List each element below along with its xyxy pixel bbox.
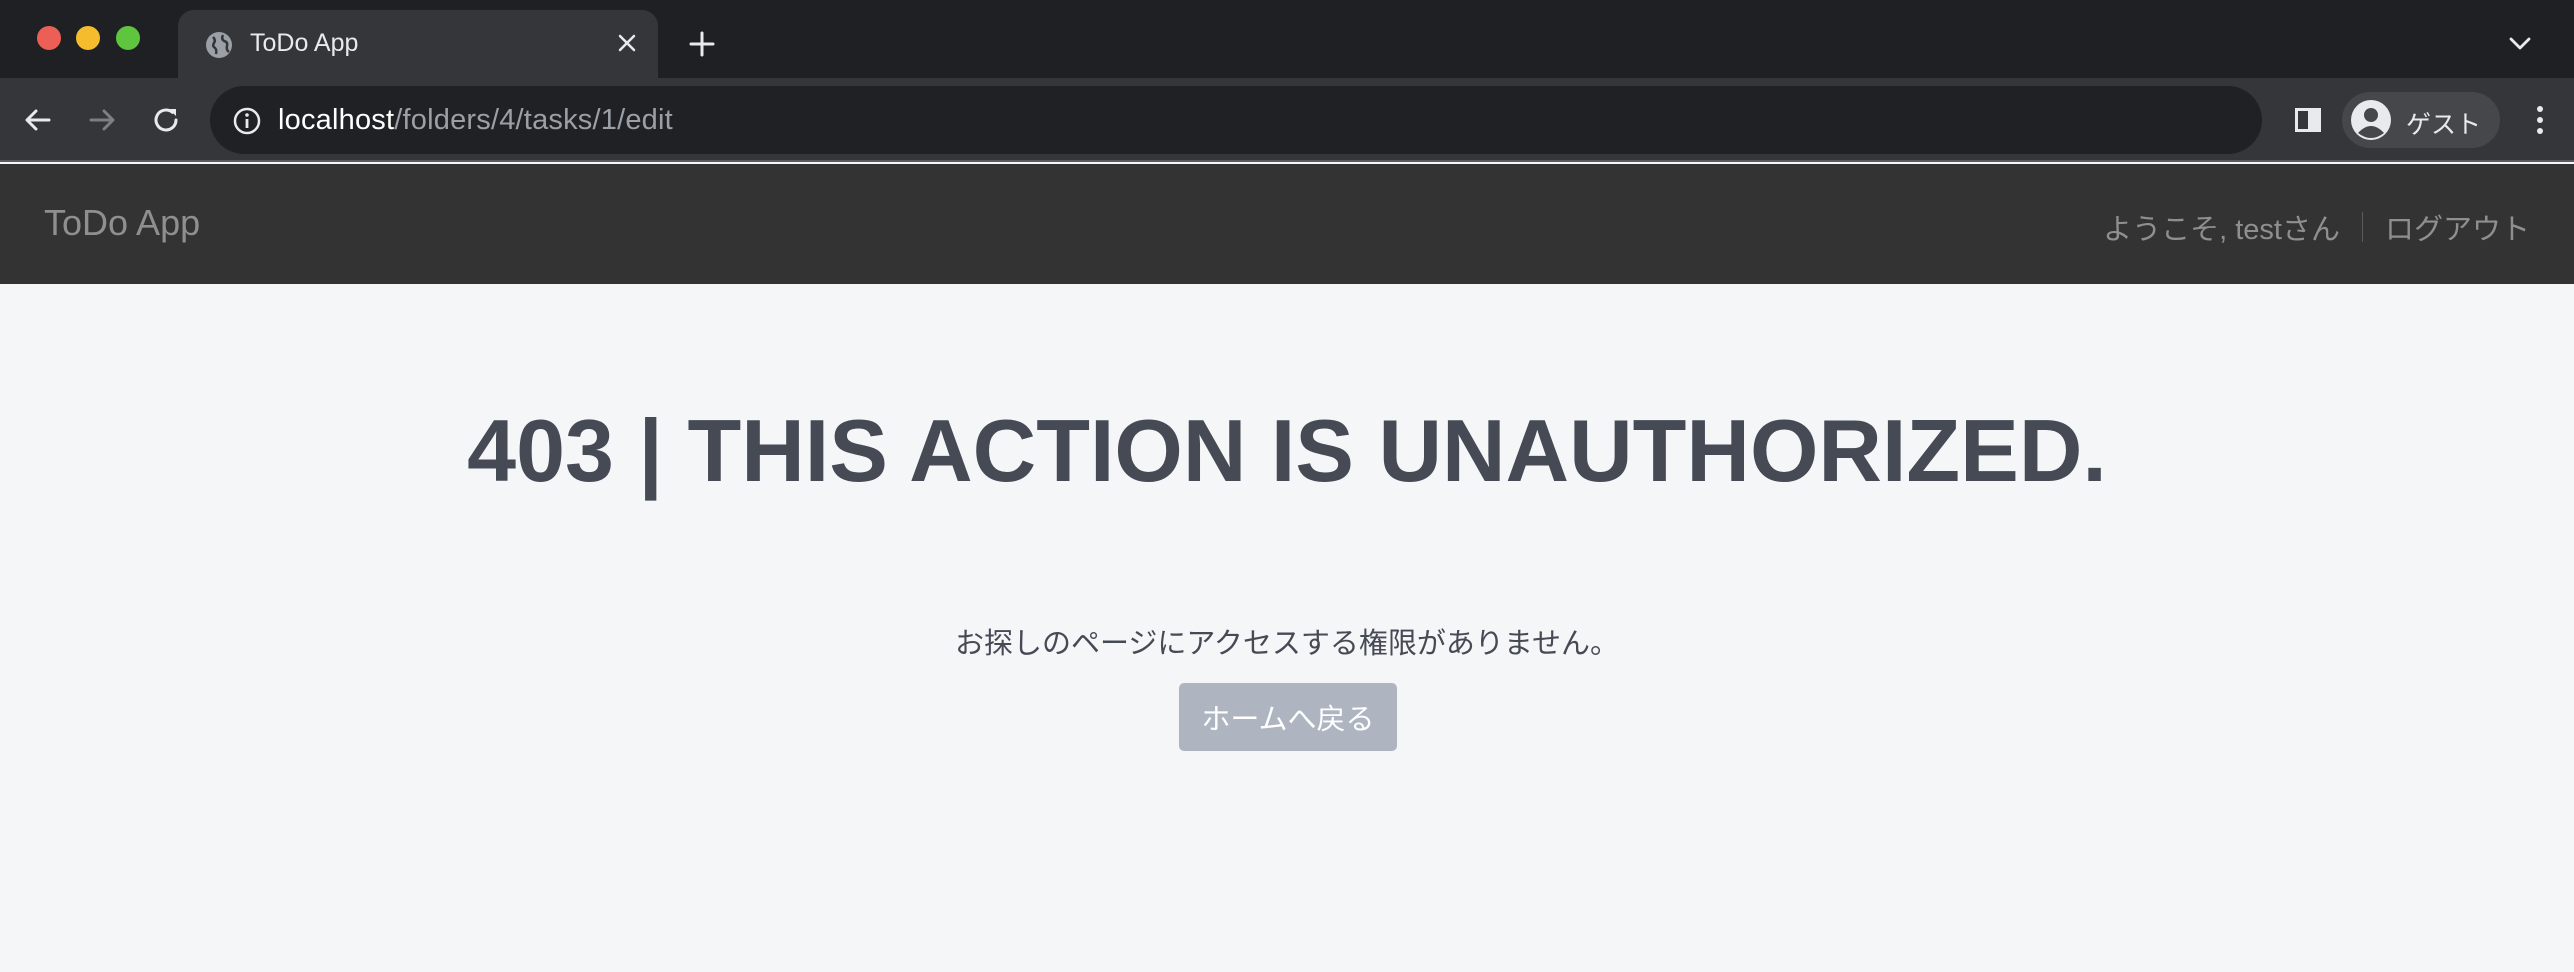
browser-toolbar: localhost/folders/4/tasks/1/edit ゲスト (0, 78, 2574, 162)
app-navbar: ToDo App ようこそ, testさん ログアウト (0, 164, 2574, 284)
tab-title: ToDo App (250, 29, 359, 57)
logout-link[interactable]: ログアウト (2385, 206, 2530, 248)
avatar-icon (2350, 99, 2392, 141)
error-title: 403 | This action is unauthorized. (467, 401, 2107, 500)
browser-tabstrip: ToDo App (0, 0, 2574, 78)
more-menu-icon[interactable] (2520, 98, 2560, 142)
back-to-home-button[interactable]: ホームへ戻る (1179, 683, 1397, 751)
url-host: localhost (278, 104, 395, 136)
error-message: お探しのページにアクセスする権限がありません。 (954, 628, 1620, 660)
tab-close-icon[interactable] (610, 26, 644, 60)
url-path: /folders/4/tasks/1/edit (394, 104, 673, 136)
address-url: localhost/folders/4/tasks/1/edit (278, 104, 673, 137)
side-panel-icon[interactable] (2286, 98, 2330, 142)
main-content: 403 | This action is unauthorized. お探しのペ… (0, 284, 2574, 972)
window-minimize-button[interactable] (76, 26, 100, 50)
browser-tab-active[interactable]: ToDo App (178, 10, 658, 78)
welcome-text: ようこそ, testさん (2103, 214, 2340, 246)
window-maximize-button[interactable] (116, 26, 140, 50)
new-tab-plus-icon[interactable] (682, 24, 722, 64)
globe-icon (204, 30, 234, 60)
app-brand-link[interactable]: ToDo App (44, 202, 200, 244)
profile-label: ゲスト (2406, 111, 2482, 139)
address-bar[interactable]: localhost/folders/4/tasks/1/edit (210, 86, 2262, 154)
profile-button[interactable]: ゲスト (2342, 92, 2500, 148)
navbar-user-menu: ようこそ, testさん ログアウト (2103, 206, 2530, 248)
forward-arrow-icon[interactable] (80, 98, 124, 142)
site-info-icon[interactable] (232, 106, 262, 136)
window-close-button[interactable] (37, 26, 61, 50)
navbar-divider (2361, 212, 2363, 242)
tab-list-chevron-down-icon[interactable] (2502, 26, 2538, 62)
back-arrow-icon[interactable] (16, 98, 60, 142)
reload-icon[interactable] (144, 98, 188, 142)
